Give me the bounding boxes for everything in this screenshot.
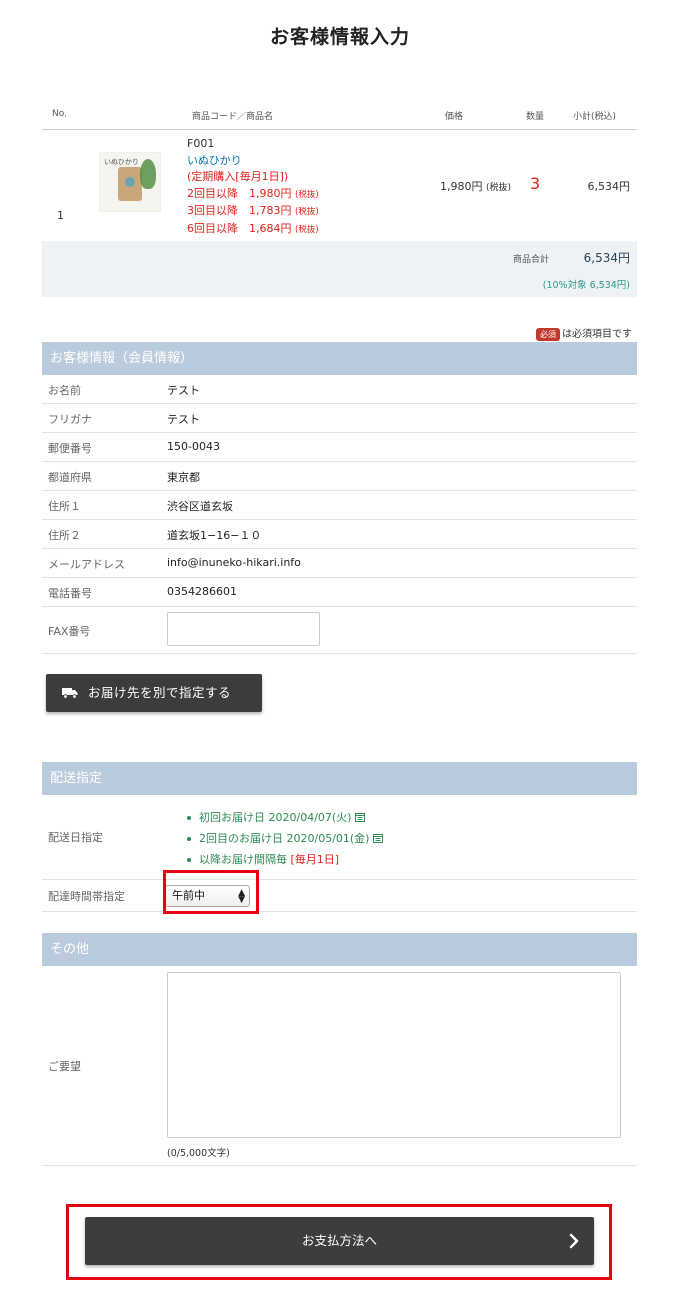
ship-to-other-address-button[interactable]: お届け先を別で指定する: [46, 674, 262, 712]
required-note-text: は必須項目です: [562, 329, 632, 340]
tax-excl-note: (税抜): [295, 189, 319, 200]
tax-breakdown: (10%対象 6,534円): [542, 280, 630, 291]
customer-field-value: テスト: [167, 413, 200, 426]
customer-field-label: お名前: [48, 384, 81, 397]
product-bag-graphic: [118, 167, 142, 201]
delivery-section-heading: 配送指定: [42, 762, 637, 795]
customer-field-value: 東京都: [167, 471, 200, 484]
chevron-right-icon: [569, 1233, 579, 1249]
other-section: その他 ご要望 (0/5,000文字): [42, 933, 637, 1166]
delivery-section: 配送指定 配送日指定 初回お届け日 2020/04/07(火) 2回目のお届け日…: [42, 762, 637, 912]
delivery-time-row: 配達時間帯指定 午前中 ▲ ▼: [42, 880, 637, 912]
product-code: F001: [187, 137, 215, 150]
customer-field-label: フリガナ: [48, 413, 92, 426]
customer-field-label: 住所２: [48, 529, 81, 542]
to-payment-label: お支払方法へ: [301, 1233, 377, 1248]
header-subtotal: 小計(税込): [573, 112, 617, 122]
customer-row: フリガナ テスト: [42, 404, 637, 433]
request-label: ご要望: [48, 1060, 81, 1073]
tax-excl-note: (税抜): [486, 183, 512, 193]
price-tier-text: 3回目以降 1,783円: [187, 204, 292, 217]
header-qty: 数量: [526, 112, 545, 122]
ship-button-label: お届け先を別で指定する: [88, 685, 232, 700]
customer-field-value: 道玄坂1−16−１０: [167, 529, 262, 542]
price-tier-text: 6回目以降 1,684円: [187, 221, 292, 235]
customer-row: 郵便番号 150-0043: [42, 433, 637, 462]
customer-field-value: テスト: [167, 384, 200, 397]
customer-field-value: 渋谷区道玄坂: [167, 500, 233, 513]
cart-header: No. 商品コード／商品名 価格 数量 小計(税込): [42, 100, 637, 130]
customer-field-label: 住所１: [48, 500, 81, 513]
price-tier: 6回目以降 1,684円 (税抜): [187, 221, 319, 239]
truck-icon: [62, 688, 78, 699]
customer-field-value: 0354286601: [167, 585, 237, 598]
customer-row: 電話番号 0354286601: [42, 578, 637, 607]
customer-section: お客様情報（会員情報） お名前 テスト フリガナ テスト 郵便番号 150-0043 都道府…: [42, 342, 637, 654]
leaf-graphic: [140, 159, 156, 189]
price-tier: 2回目以降 1,980円 (税抜): [187, 186, 319, 204]
header-product: 商品コード／商品名: [192, 112, 274, 122]
customer-row: 住所２ 道玄坂1−16−１０: [42, 520, 637, 549]
calendar-icon[interactable]: [355, 812, 366, 822]
quantity: 3: [530, 174, 541, 193]
product-name-link[interactable]: いぬひかり: [187, 153, 319, 170]
tax-excl-note: (税抜): [295, 224, 319, 235]
request-row: ご要望 (0/5,000文字): [42, 966, 637, 1166]
total-label: 商品合計: [512, 255, 549, 265]
price-tier: 3回目以降 1,783円 (税抜): [187, 203, 319, 221]
customer-field-value: info@inuneko-hikari.info: [167, 556, 301, 569]
customer-row: メールアドレス info@inuneko-hikari.info: [42, 549, 637, 578]
fax-label: FAX番号: [48, 625, 91, 638]
to-payment-button[interactable]: お支払方法へ: [85, 1217, 594, 1265]
customer-section-heading: お客様情報（会員情報）: [42, 342, 637, 375]
product-image[interactable]: いぬひかり: [99, 152, 161, 212]
calendar-icon[interactable]: [373, 833, 384, 843]
fax-input[interactable]: [167, 612, 320, 646]
char-counter: (0/5,000文字): [167, 1148, 230, 1159]
highlight-box: [163, 870, 259, 914]
interval-value: [毎月1日]: [290, 853, 340, 866]
cart-row: 1 いぬひかり F001 いぬひかり (定期購入[毎月1日]) 2回目以降 1,…: [42, 130, 637, 242]
customer-field-value: 150-0043: [167, 440, 220, 453]
header-no: No.: [52, 109, 67, 119]
delivery-interval: 以降お届け間隔毎 [毎月1日]: [187, 849, 383, 870]
fax-row: FAX番号: [42, 607, 637, 654]
unit-price: 1,980円 (税抜): [440, 180, 512, 193]
required-note: 必須 は必須項目です: [536, 325, 632, 341]
customer-field-label: 電話番号: [48, 587, 92, 600]
customer-row: 住所１ 渋谷区道玄坂: [42, 491, 637, 520]
customer-row: 都道府県 東京都: [42, 462, 637, 491]
product-image-brand: いぬひかり: [104, 158, 139, 166]
row-no: 1: [57, 209, 64, 222]
delivery-date-list: 初回お届け日 2020/04/07(火) 2回目のお届け日 2020/05/01…: [187, 807, 384, 870]
customer-field-label: メールアドレス: [48, 558, 125, 571]
first-delivery-date: 初回お届け日 2020/04/07(火): [187, 807, 383, 828]
cart-totals: 商品合計 6,534円 (10%対象 6,534円): [42, 241, 637, 297]
delivery-date-row: 配送日指定 初回お届け日 2020/04/07(火) 2回目のお届け日 2020…: [42, 795, 637, 880]
cart-table: No. 商品コード／商品名 価格 数量 小計(税込) 1 いぬひかり F001 …: [42, 100, 637, 297]
subscription-plan: (定期購入[毎月1日]): [187, 170, 289, 183]
required-badge: 必須: [536, 328, 560, 341]
line-subtotal: 6,534円: [587, 180, 631, 193]
second-delivery-date: 2回目のお届け日 2020/05/01(金): [187, 828, 384, 849]
customer-row: お名前 テスト: [42, 375, 637, 404]
page-title: お客様情報入力: [269, 26, 410, 48]
price-tier-text: 2回目以降 1,980円: [187, 186, 292, 200]
delivery-date-label: 配送日指定: [48, 831, 103, 844]
tax-excl-note: (税抜): [295, 207, 319, 217]
total-value: 6,534円: [583, 251, 630, 265]
customer-field-label: 都道府県: [48, 471, 92, 484]
delivery-time-label: 配達時間帯指定: [48, 890, 125, 903]
other-section-heading: その他: [42, 933, 637, 966]
request-textarea[interactable]: [167, 972, 621, 1138]
customer-field-label: 郵便番号: [48, 442, 92, 455]
header-price: 価格: [445, 112, 464, 122]
product-info: F001 いぬひかり (定期購入[毎月1日]) 2回目以降 1,980円 (税抜…: [187, 136, 319, 238]
